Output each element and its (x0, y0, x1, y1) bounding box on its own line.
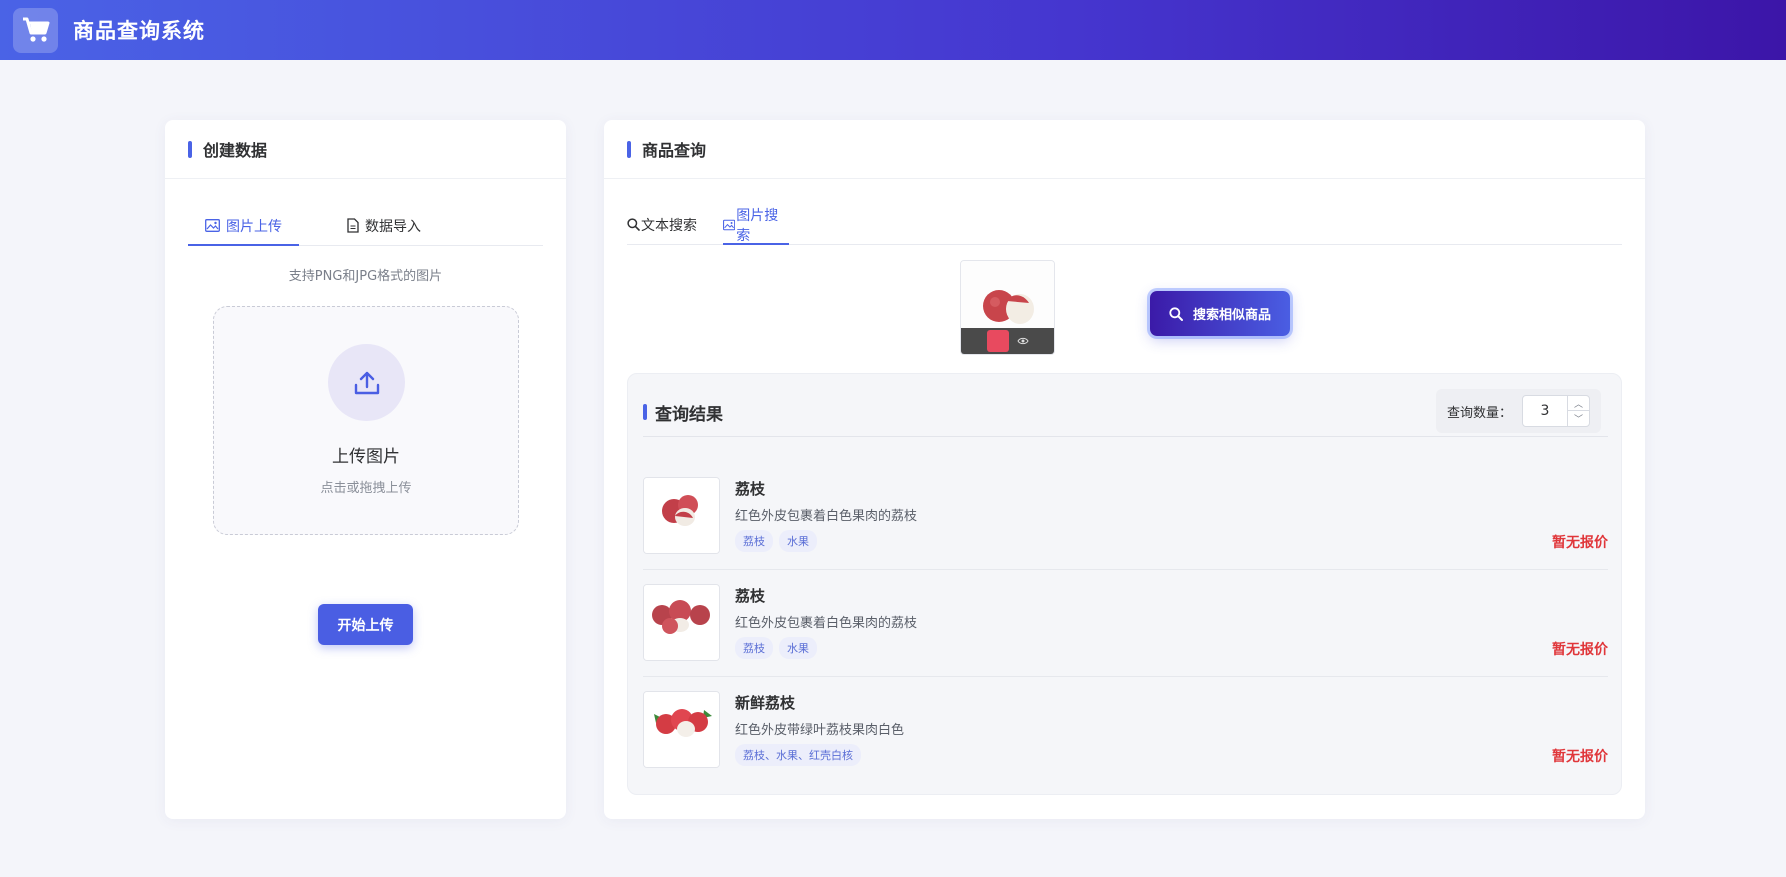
upload-dropzone[interactable]: 上传图片 点击或拖拽上传 (213, 306, 519, 535)
tag: 荔枝 (735, 637, 773, 659)
quantity-label: 查询数量： (1447, 405, 1513, 421)
create-tabs: 图片上传 数据导入 (188, 206, 543, 246)
image-icon (205, 219, 220, 232)
upload-icon (354, 371, 379, 394)
lychee-image (644, 478, 719, 553)
product-price: 暂无报价 (1552, 749, 1608, 765)
product-name: 荔枝 (735, 480, 766, 498)
product-price: 暂无报价 (1552, 642, 1608, 658)
tab-image-search[interactable]: 图片搜索 (723, 205, 789, 245)
dropzone-subtitle: 点击或拖拽上传 (320, 481, 412, 496)
card-header: 创建数据 (165, 120, 566, 179)
results-panel: 查询结果 查询数量： 3 ︿ ﹀ 荔枝 红色外皮包裹着白色果肉的荔枝 荔枝 水果… (627, 373, 1622, 795)
quantity-value[interactable]: 3 (1523, 403, 1567, 419)
increment-button[interactable]: ︿ (1568, 396, 1589, 411)
tab-label: 图片搜索 (736, 207, 779, 244)
dropzone-title: 上传图片 (332, 447, 400, 467)
result-item[interactable]: 荔枝 红色外皮包裹着白色果肉的荔枝 荔枝 水果 暂无报价 (643, 569, 1608, 676)
lychee-image (644, 692, 719, 767)
upload-circle (328, 344, 405, 421)
top-bar: 商品查询系统 (0, 0, 1786, 60)
search-similar-button[interactable]: 搜索相似商品 (1150, 291, 1290, 336)
create-data-card: 创建数据 图片上传 数据导入 支持PNG和JPG格式的图片 上传图片 点击或拖拽… (165, 120, 566, 819)
tab-label: 图片上传 (226, 218, 282, 235)
product-image (643, 584, 720, 661)
start-upload-button[interactable]: 开始上传 (318, 604, 413, 645)
query-image-thumbnail[interactable] (960, 260, 1055, 355)
lychee-image (961, 261, 1054, 330)
product-image (643, 691, 720, 768)
product-tags: 荔枝 水果 (735, 637, 817, 659)
card-title: 创建数据 (203, 141, 268, 160)
tag: 荔枝、水果、红壳白核 (735, 744, 861, 766)
result-item[interactable]: 新鲜荔枝 红色外皮带绿叶荔枝果肉白色 荔枝、水果、红壳白核 暂无报价 (643, 676, 1608, 783)
quantity-control: 查询数量： 3 ︿ ﹀ (1436, 389, 1601, 433)
title-accent-bar (188, 140, 192, 158)
search-button-label: 搜索相似商品 (1192, 308, 1271, 323)
product-name: 新鲜荔枝 (735, 694, 796, 712)
cart-icon (22, 17, 49, 42)
delete-image-button[interactable] (986, 330, 1009, 352)
search-icon (1169, 306, 1183, 321)
query-tabs: 文本搜索 图片搜索 (627, 205, 1622, 245)
title-accent-bar (643, 404, 647, 420)
decrement-button[interactable]: ﹀ (1568, 411, 1589, 426)
lychee-image (644, 585, 719, 660)
image-icon (723, 219, 736, 230)
product-query-card: 商品查询 文本搜索 图片搜索 搜索相似商品 查询结果 查询数量： 3 ︿ ﹀ 荔… (604, 120, 1645, 819)
card-title: 商品查询 (642, 141, 707, 160)
product-description: 红色外皮包裹着白色果肉的荔枝 (735, 616, 918, 631)
search-icon (627, 218, 640, 231)
result-item[interactable]: 荔枝 红色外皮包裹着白色果肉的荔枝 荔枝 水果 暂无报价 (643, 462, 1608, 569)
product-description: 红色外皮带绿叶荔枝果肉白色 (735, 723, 905, 738)
file-icon (347, 218, 359, 233)
results-title: 查询结果 (655, 404, 723, 425)
stepper-buttons: ︿ ﹀ (1567, 396, 1589, 426)
tag: 水果 (779, 530, 817, 552)
app-title: 商品查询系统 (73, 19, 205, 43)
product-tags: 荔枝、水果、红壳白核 (735, 744, 861, 766)
tag: 荔枝 (735, 530, 773, 552)
product-tags: 荔枝 水果 (735, 530, 817, 552)
logo (13, 7, 58, 53)
tab-label: 数据导入 (365, 218, 421, 235)
product-description: 红色外皮包裹着白色果肉的荔枝 (735, 509, 918, 524)
thumbnail-actions (961, 328, 1054, 354)
tab-text-search[interactable]: 文本搜索 (627, 205, 723, 244)
results-header: 查询结果 查询数量： 3 ︿ ﹀ (643, 388, 1608, 437)
eye-icon[interactable] (1016, 337, 1029, 345)
quantity-stepper[interactable]: 3 ︿ ﹀ (1522, 395, 1590, 427)
tab-data-import[interactable]: 数据导入 (299, 206, 469, 245)
title-accent-bar (627, 140, 631, 158)
product-price: 暂无报价 (1552, 535, 1608, 551)
product-name: 荔枝 (735, 587, 766, 605)
tab-label: 文本搜索 (641, 217, 697, 234)
tab-image-upload[interactable]: 图片上传 (188, 206, 299, 246)
tag: 水果 (779, 637, 817, 659)
format-hint: 支持PNG和JPG格式的图片 (288, 269, 443, 284)
product-image (643, 477, 720, 554)
card-header: 商品查询 (604, 120, 1645, 179)
